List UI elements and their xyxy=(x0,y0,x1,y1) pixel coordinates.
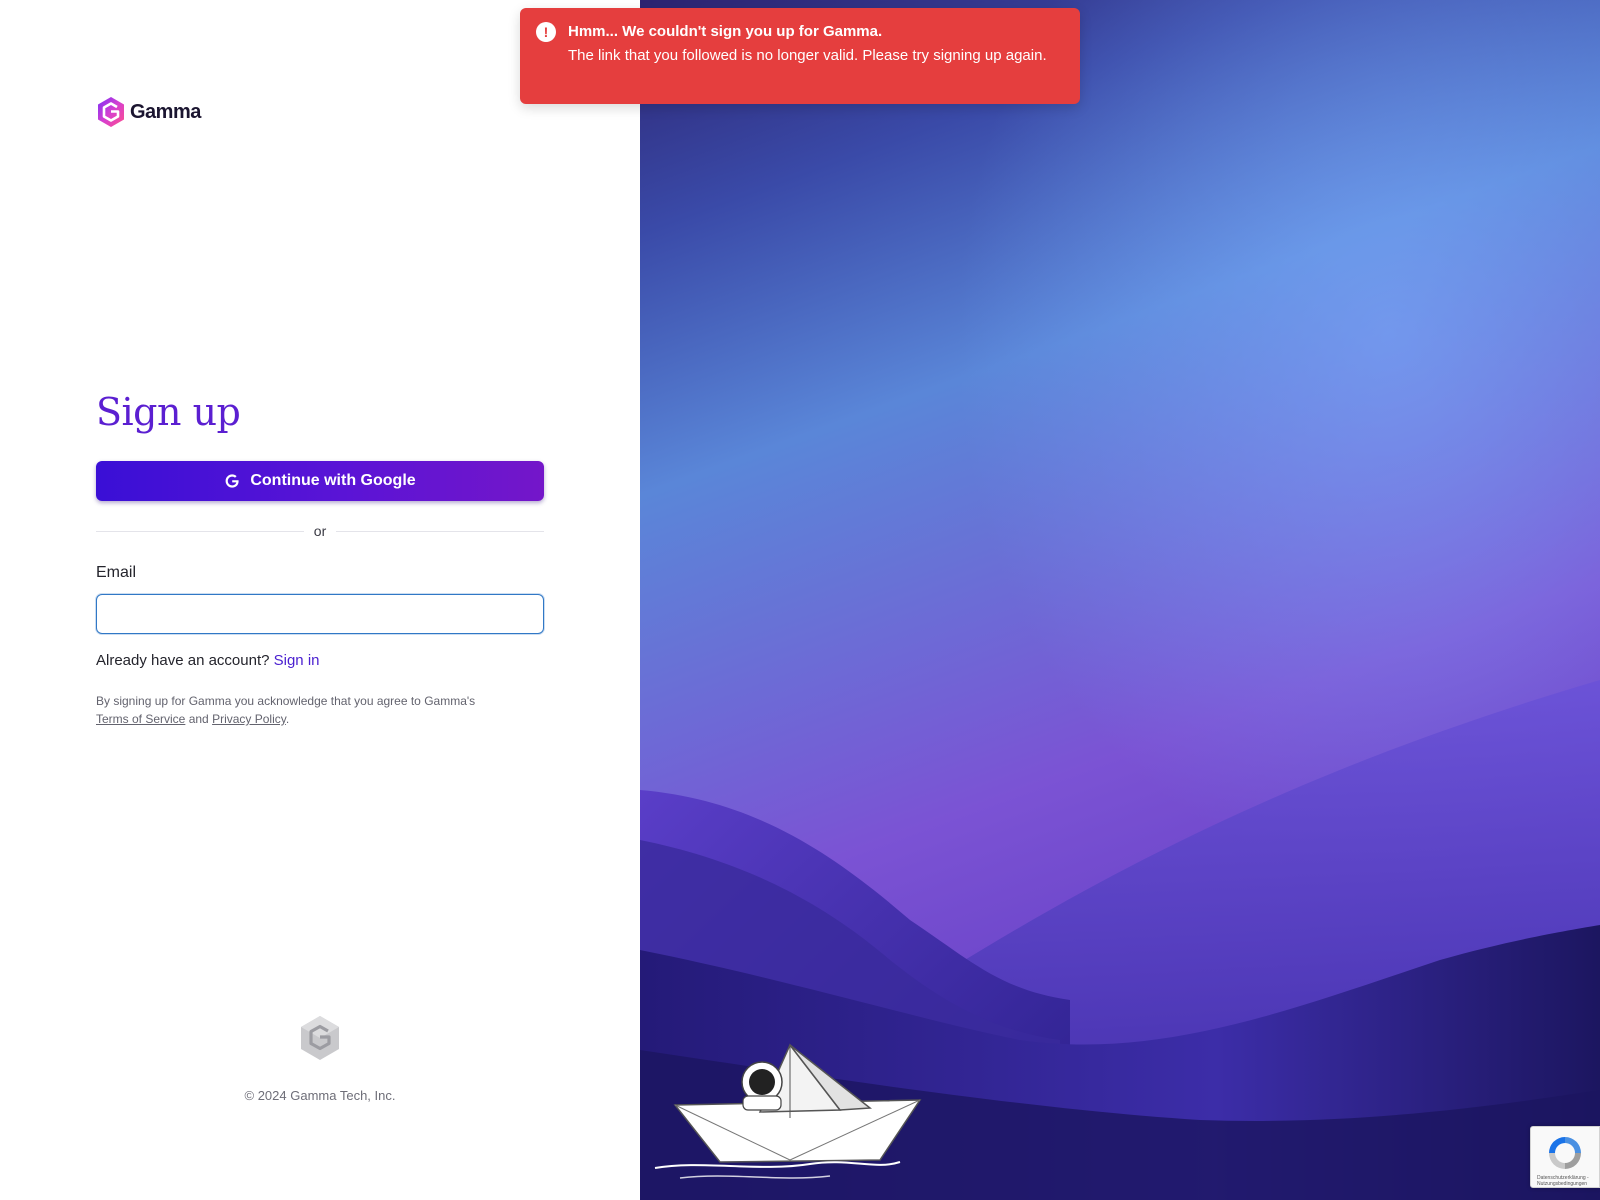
gamma-logo[interactable]: Gamma xyxy=(96,96,201,128)
gamma-wordmark: Gamma xyxy=(130,100,201,123)
toast-message: The link that you followed is no longer … xyxy=(568,47,1047,64)
signin-prompt: Already have an account? Sign in xyxy=(96,652,320,669)
recaptcha-icon xyxy=(1549,1137,1581,1169)
email-label: Email xyxy=(96,564,137,581)
continue-with-google-button[interactable]: Continue with Google xyxy=(96,461,544,501)
mountains-boat-illustration xyxy=(640,0,1600,1200)
google-icon xyxy=(225,474,239,488)
legal-notice: By signing up for Gamma you acknowledge … xyxy=(96,692,536,728)
recaptcha-links[interactable]: Datenschutzerklärung - Nutzungsbedingung… xyxy=(1537,1175,1597,1187)
footer-logo-icon xyxy=(299,1015,341,1066)
divider-text: or xyxy=(313,523,327,539)
signin-link[interactable]: Sign in xyxy=(274,652,320,669)
privacy-policy-link[interactable]: Privacy Policy xyxy=(212,712,286,726)
or-divider: or xyxy=(96,523,545,539)
google-button-label: Continue with Google xyxy=(250,472,416,489)
email-input[interactable] xyxy=(96,594,544,634)
toast-title: Hmm... We couldn't sign you up for Gamma… xyxy=(568,23,883,40)
divider-line xyxy=(336,530,545,532)
divider-line xyxy=(96,530,304,532)
signin-prompt-text: Already have an account? xyxy=(96,652,270,669)
alert-icon: ! xyxy=(536,22,556,42)
legal-suffix: . xyxy=(285,712,290,726)
gamma-logo-icon xyxy=(98,97,124,127)
error-toast: ! Hmm... We couldn't sign you up for Gam… xyxy=(520,8,1080,104)
hero-illustration xyxy=(640,0,1600,1200)
legal-and-text: and xyxy=(188,712,209,726)
legal-text: By signing up for Gamma you acknowledge … xyxy=(96,694,476,708)
terms-of-service-link[interactable]: Terms of Service xyxy=(96,712,185,726)
copyright-text: © 2024 Gamma Tech, Inc. xyxy=(244,1088,396,1103)
signup-panel: Gamma Sign up Continue with Google or Em… xyxy=(0,0,640,1200)
recaptcha-badge[interactable]: Datenschutzerklärung - Nutzungsbedingung… xyxy=(1530,1126,1600,1188)
page-title: Sign up xyxy=(96,390,241,434)
